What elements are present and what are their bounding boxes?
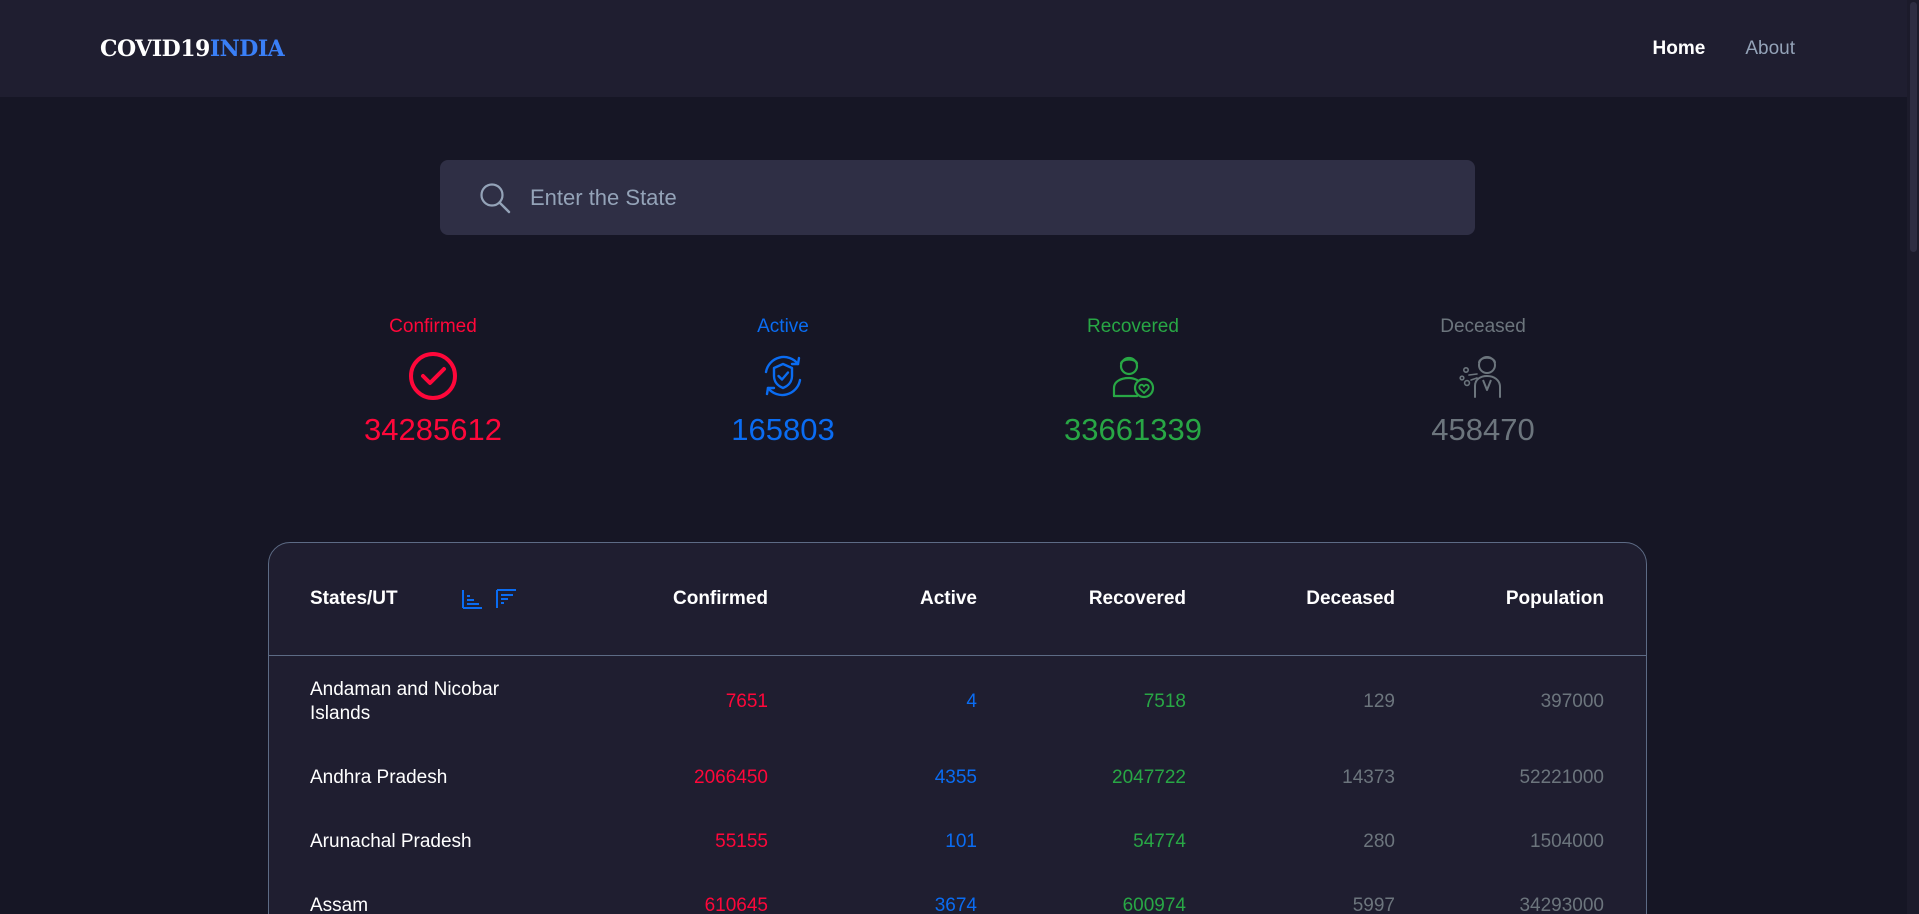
- cell-population: 52221000: [1519, 767, 1604, 788]
- top-navbar: COVID19 INDIA Home About: [0, 0, 1919, 97]
- person-breath-icon: [1457, 348, 1509, 404]
- col-header-deceased: Deceased: [1306, 588, 1395, 609]
- cell-state: Arunachal Pradesh: [310, 831, 472, 852]
- sort-descending-icon[interactable]: [495, 589, 517, 609]
- cell-active: 4355: [934, 767, 977, 788]
- col-header-state: States/UT: [269, 588, 559, 610]
- stat-deceased-label: Deceased: [1440, 316, 1526, 337]
- cell-state: Andaman and Nicobar Islands: [310, 679, 500, 724]
- cell-confirmed: 610645: [704, 895, 768, 914]
- stat-recovered: Recovered 33661339: [958, 312, 1308, 472]
- sort-ascending-icon[interactable]: [461, 589, 483, 609]
- search-icon: [480, 182, 511, 213]
- cell-active: 4: [966, 691, 977, 712]
- stat-active-value: 165803: [731, 412, 835, 447]
- stat-confirmed: Confirmed 34285612: [258, 312, 608, 472]
- main-nav: Home About: [1653, 38, 1795, 60]
- cell-population: 397000: [1540, 691, 1604, 712]
- page-scrollbar[interactable]: [1907, 0, 1919, 914]
- cell-state: Assam: [310, 895, 369, 914]
- cell-recovered: 2047722: [1112, 767, 1186, 788]
- cell-recovered: 600974: [1122, 895, 1186, 914]
- shield-refresh-icon: [757, 348, 809, 404]
- stat-recovered-label: Recovered: [1087, 316, 1179, 337]
- table-header-row: States/UT Confirmed Active Recovered Dec…: [269, 543, 1646, 656]
- states-table: States/UT Confirmed Active Recovered Dec…: [268, 542, 1647, 914]
- cell-deceased: 14373: [1342, 767, 1395, 788]
- stat-recovered-value: 33661339: [1064, 412, 1202, 447]
- stat-active-label: Active: [757, 316, 809, 337]
- table-row[interactable]: Andhra Pradesh 2066450 4355 2047722 1437…: [269, 746, 1646, 810]
- cell-active: 3674: [934, 895, 977, 914]
- table-row[interactable]: Assam 610645 3674 600974 5997 34293000: [269, 874, 1646, 914]
- sort-controls: [461, 589, 517, 609]
- cell-confirmed: 2066450: [694, 767, 768, 788]
- table-row[interactable]: Arunachal Pradesh 55155 101 54774 280 15…: [269, 810, 1646, 874]
- col-header-confirmed: Confirmed: [673, 588, 768, 609]
- col-header-recovered: Recovered: [1088, 588, 1186, 609]
- col-header-active: Active: [919, 588, 977, 609]
- app-root: COVID19INDIA Home About Confirmed 342856…: [0, 0, 1919, 914]
- nav-link-about[interactable]: About: [1745, 38, 1795, 60]
- stat-confirmed-label: Confirmed: [389, 316, 477, 337]
- cell-deceased: 129: [1363, 691, 1395, 712]
- person-heart-icon: [1107, 348, 1159, 404]
- logo-part-india: INDIA: [209, 35, 285, 62]
- scrollbar-thumb[interactable]: [1910, 2, 1917, 252]
- cell-recovered: 7518: [1143, 691, 1186, 712]
- stat-confirmed-value: 34285612: [364, 412, 502, 447]
- stat-deceased: Deceased 458470: [1308, 312, 1658, 472]
- cell-state: Andhra Pradesh: [310, 767, 448, 788]
- cell-population: 34293000: [1519, 895, 1604, 914]
- cell-recovered: 54774: [1133, 831, 1186, 852]
- cell-confirmed: 55155: [715, 831, 768, 852]
- col-header-state-label: States/UT: [310, 588, 398, 609]
- stats-summary: Confirmed 34285612 Active 165803 Recover…: [258, 312, 1658, 472]
- stat-deceased-value: 458470: [1431, 412, 1535, 447]
- table-row[interactable]: Andaman and Nicobar Islands 7651 4 7518 …: [269, 658, 1646, 746]
- cell-population: 1504000: [1530, 831, 1604, 852]
- col-header-population: Population: [1505, 588, 1604, 609]
- state-search-input[interactable]: [530, 184, 1430, 211]
- stat-active: Active 165803: [608, 312, 958, 472]
- cell-active: 101: [945, 831, 977, 852]
- logo[interactable]: COVID19 INDIA: [100, 35, 285, 62]
- cell-confirmed: 7651: [725, 691, 768, 712]
- check-circle-icon: [407, 348, 459, 404]
- cell-deceased: 280: [1363, 831, 1395, 852]
- logo-part-covid19: COVID19: [100, 35, 210, 62]
- state-search-bar: [440, 160, 1475, 235]
- nav-link-home[interactable]: Home: [1653, 38, 1706, 60]
- cell-deceased: 5997: [1352, 895, 1395, 914]
